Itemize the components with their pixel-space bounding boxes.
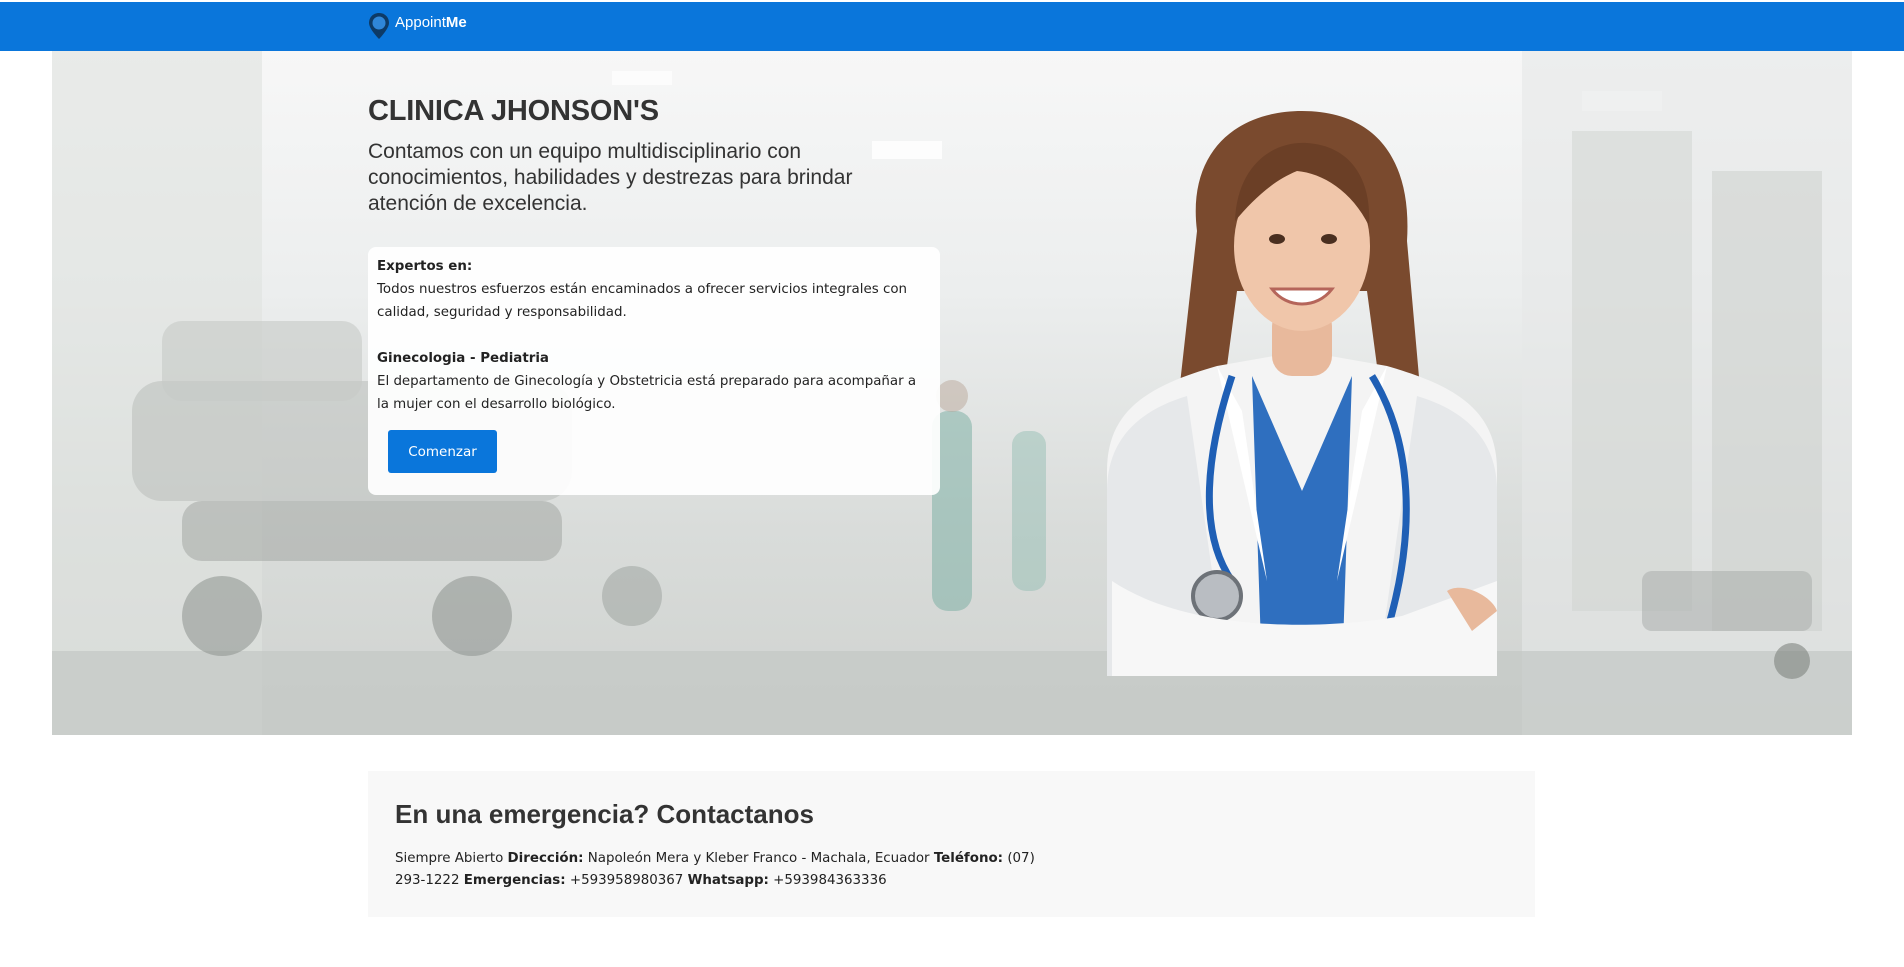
whatsapp-value: +593984363336 [773, 873, 887, 888]
card-text-specialties: El departamento de Ginecología y Obstetr… [377, 374, 917, 412]
card-text-experts: Todos nuestros esfuerzos están encaminad… [377, 282, 907, 320]
clinic-subtitle: Contamos con un equipo multidisciplinari… [368, 140, 853, 215]
open-hours-text: Siempre Abierto [395, 851, 504, 866]
address-label: Dirección: [507, 851, 584, 866]
doctor-photo [1107, 111, 1497, 676]
whatsapp-label: Whatsapp: [687, 873, 769, 888]
info-card: Expertos en: Todos nuestros esfuerzos es… [368, 247, 940, 495]
emergency-section: En una emergencia? Contactanos Siempre A… [368, 771, 1535, 917]
brand-logo-link[interactable]: AppointMe [368, 12, 467, 40]
emergency-phone-label: Emergencias: [463, 873, 566, 888]
card-heading-experts: Expertos en: [377, 259, 473, 274]
start-button[interactable]: Comenzar [388, 430, 497, 473]
clinic-title: CLINICA JHONSON'S [368, 95, 659, 127]
emergency-title: En una emergencia? Contactanos [395, 799, 814, 829]
hospital-background-image [52, 51, 1852, 735]
top-navbar: AppointMe [0, 2, 1904, 51]
brand-name: AppointMe [395, 14, 467, 31]
map-pin-icon [369, 13, 389, 39]
contact-info: Siempre Abierto Dirección: Napoleón Mera… [395, 848, 1035, 892]
emergency-phone-value: +593958980367 [569, 873, 684, 888]
hero-section: CLINICA JHONSON'S Contamos con un equipo… [52, 51, 1852, 735]
card-heading-specialties: Ginecologia - Pediatria [377, 351, 549, 366]
address-value: Napoleón Mera y Kleber Franco - Machala,… [587, 851, 930, 866]
phone-label: Teléfono: [933, 851, 1004, 866]
